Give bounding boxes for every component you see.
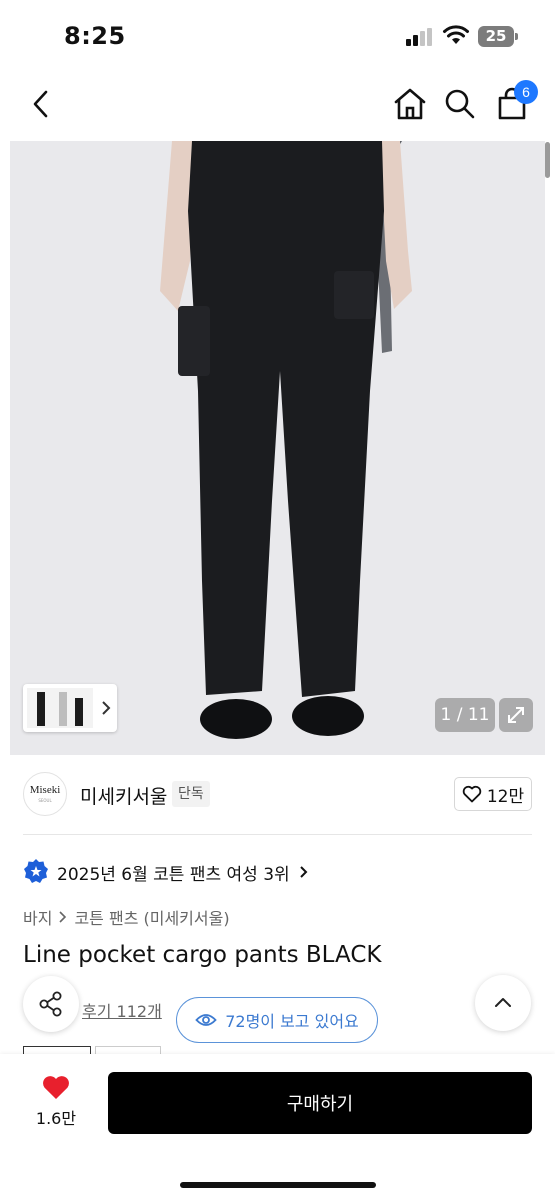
thumbnail-preview-button[interactable] [23, 684, 117, 732]
store-logo[interactable]: Miseki SEOUL [23, 772, 67, 816]
status-bar: 8:25 25 [0, 0, 555, 70]
exclusive-badge: 단독 [172, 781, 210, 807]
scroll-indicator[interactable] [545, 142, 550, 178]
viewers-count-pill: 72명이 보고 있어요 [176, 997, 378, 1043]
heart-filled-icon [43, 1076, 69, 1099]
back-arrow-icon[interactable] [24, 86, 60, 122]
store-logo-text: Miseki [29, 784, 61, 796]
chevron-up-icon [495, 998, 511, 1007]
viewers-count-text: 72명이 보고 있어요 [225, 1012, 359, 1031]
share-button[interactable] [23, 976, 79, 1032]
reviews-link[interactable]: 후기 112개 [82, 998, 162, 1022]
top-navigation: 6 [0, 70, 555, 140]
image-counter: 1 / 11 [435, 698, 495, 732]
breadcrumb-subcategory[interactable]: 코튼 팬츠 (미세키서울) [74, 905, 229, 929]
buy-button[interactable]: 구매하기 [108, 1072, 532, 1134]
product-title: Line pocket cargo pants BLACK [23, 942, 382, 968]
store-like-button[interactable]: 12만 [454, 777, 532, 811]
ranking-badge-icon [24, 859, 48, 883]
cart-count-badge: 6 [514, 80, 538, 104]
store-like-count: 12만 [486, 786, 525, 807]
battery-icon: 25 [478, 26, 518, 47]
breadcrumb-category[interactable]: 바지 [23, 905, 52, 929]
ranking-text: 2025년 6월 코튼 팬츠 여성 3위 [57, 864, 290, 885]
thumbnail-images [27, 688, 111, 728]
breadcrumb: 바지 코튼 팬츠 (미세키서울) [23, 905, 230, 929]
store-name[interactable]: 미세키서울 [80, 782, 167, 809]
expand-icon[interactable] [499, 698, 533, 732]
home-indicator [180, 1182, 376, 1188]
chevron-right-icon [59, 911, 67, 923]
search-icon[interactable] [442, 86, 478, 122]
store-info: Miseki SEOUL 미세키서울 단독 12만 [0, 770, 555, 822]
divider [23, 834, 532, 835]
chevron-right-icon [299, 866, 308, 878]
cellular-signal-icon [406, 28, 434, 46]
share-icon [39, 991, 62, 1017]
product-image-gallery[interactable]: 1 / 11 [10, 141, 545, 755]
status-time: 8:25 [64, 22, 126, 50]
wishlist-count: 1.6만 [35, 1109, 77, 1128]
bottom-action-bar: 1.6만 구매하기 [0, 1054, 555, 1200]
heart-outline-icon [462, 785, 482, 803]
wifi-icon [443, 25, 469, 44]
product-photo [160, 141, 412, 739]
wishlist-button[interactable]: 1.6만 [22, 1074, 90, 1134]
home-icon[interactable] [392, 86, 428, 122]
cart-button[interactable]: 6 [494, 80, 538, 122]
eye-icon [195, 1014, 217, 1026]
ranking-link[interactable]: 2025년 6월 코튼 팬츠 여성 3위 [23, 857, 310, 887]
scroll-to-top-button[interactable] [475, 975, 531, 1031]
store-logo-subtext: SEOUL [38, 798, 52, 803]
